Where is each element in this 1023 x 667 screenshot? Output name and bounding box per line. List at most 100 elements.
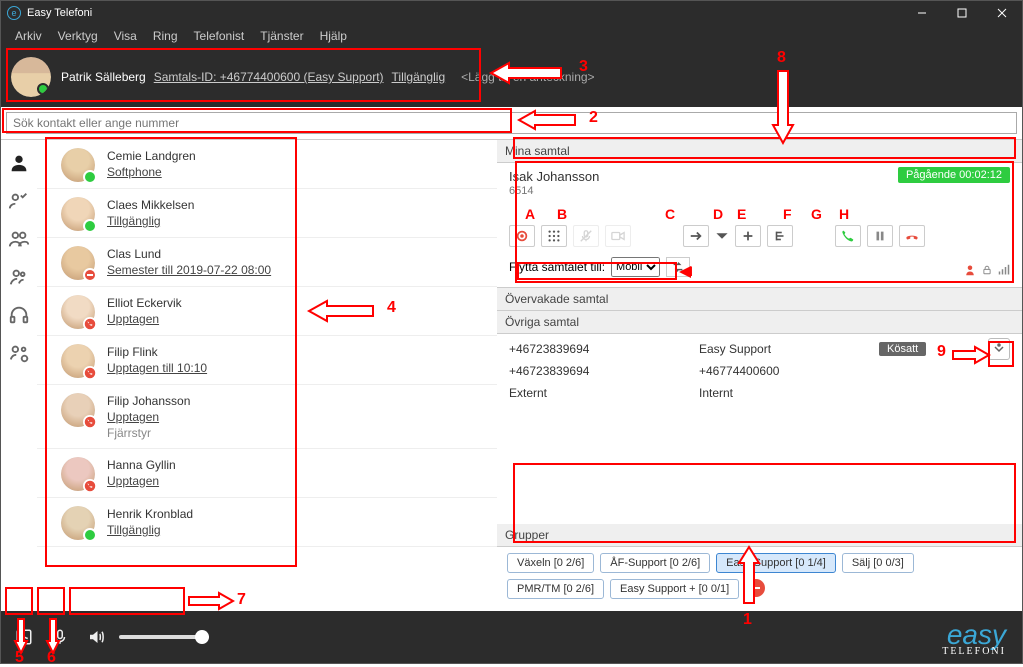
main-area: Cemie LandgrenSoftphoneClaes MikkelsenTi… bbox=[1, 140, 1022, 611]
contacts-pane[interactable]: Cemie LandgrenSoftphoneClaes MikkelsenTi… bbox=[37, 140, 497, 611]
group-pill[interactable]: Easy Support [0 1/4] bbox=[716, 553, 836, 573]
group-pill[interactable]: PMR/TM [0 2/6] bbox=[507, 579, 604, 599]
contact-presence[interactable]: Upptagen bbox=[107, 311, 182, 327]
dialpad-footer-button[interactable] bbox=[11, 624, 37, 650]
call-col1: Externt bbox=[509, 386, 689, 400]
collapse-button[interactable] bbox=[988, 338, 1010, 360]
me-note-placeholder[interactable]: <Lägg till en anteckning> bbox=[461, 70, 594, 84]
record-button[interactable] bbox=[509, 225, 535, 247]
me-avatar[interactable] bbox=[11, 57, 51, 97]
speaker-footer-button[interactable] bbox=[83, 624, 109, 650]
contact-name: Elliot Eckervik bbox=[107, 295, 182, 311]
contact-presence[interactable]: Tillgänglig bbox=[107, 213, 194, 229]
contact-presence[interactable]: Upptagen bbox=[107, 409, 190, 425]
call-badge: Kösatt bbox=[879, 342, 926, 356]
contact-status-dot bbox=[83, 268, 97, 282]
menu-item-hjälp[interactable]: Hjälp bbox=[312, 27, 355, 45]
menu-item-visa[interactable]: Visa bbox=[106, 27, 145, 45]
contact-row[interactable]: Filip JohanssonUpptagenFjärrstyr bbox=[37, 385, 497, 449]
me-status-dot bbox=[37, 83, 49, 95]
menubar: ArkivVerktygVisaRingTelefonistTjänsterHj… bbox=[1, 25, 1022, 47]
call-controls bbox=[509, 225, 1010, 247]
contact-name: Henrik Kronblad bbox=[107, 506, 193, 522]
me-caller-id[interactable]: Samtals-ID: +46774400600 (Easy Support) bbox=[154, 70, 384, 84]
brand-logo: easy TELEFONI bbox=[942, 624, 1006, 657]
volume-slider[interactable] bbox=[119, 635, 209, 639]
contact-presence[interactable]: Upptagen bbox=[107, 473, 176, 489]
contact-status-dot bbox=[83, 528, 97, 542]
active-call-badge: Pågående 00:02:12 bbox=[898, 167, 1010, 183]
video-button[interactable] bbox=[605, 225, 631, 247]
left-nav bbox=[1, 140, 37, 611]
nav-contacts-icon[interactable] bbox=[8, 152, 30, 174]
other-call-row[interactable]: +46723839694Easy SupportKösatt bbox=[509, 338, 1010, 360]
contact-row[interactable]: Hanna GyllinUpptagen bbox=[37, 449, 497, 498]
transfer-target-select[interactable]: Mobil bbox=[611, 257, 660, 277]
transfer-row: Flytta samtalet till: Mobil bbox=[509, 257, 1010, 277]
section-other: Övriga samtal bbox=[497, 311, 1022, 334]
contact-presence[interactable]: Softphone bbox=[107, 164, 196, 180]
presence-header: Patrik Sälleberg Samtals-ID: +4677440060… bbox=[1, 47, 1022, 107]
dialpad-button[interactable] bbox=[541, 225, 567, 247]
add-call-button[interactable] bbox=[735, 225, 761, 247]
nav-groups-icon[interactable] bbox=[8, 228, 30, 250]
search-input[interactable] bbox=[6, 112, 1017, 134]
menu-item-arkiv[interactable]: Arkiv bbox=[7, 27, 50, 45]
nav-presence-icon[interactable] bbox=[8, 190, 30, 212]
other-call-row[interactable]: +46723839694+46774400600 bbox=[509, 360, 1010, 382]
contact-avatar bbox=[61, 393, 95, 427]
other-calls-list: +46723839694Easy SupportKösatt+467238396… bbox=[497, 334, 1022, 412]
close-button[interactable] bbox=[982, 1, 1022, 25]
contact-avatar bbox=[61, 246, 95, 280]
contact-avatar bbox=[61, 197, 95, 231]
contact-presence[interactable]: Semester till 2019-07-22 08:00 bbox=[107, 262, 271, 278]
nav-group-settings-icon[interactable] bbox=[8, 342, 30, 364]
group-pill[interactable]: Easy Support + [0 0/1] bbox=[610, 579, 739, 599]
contact-row[interactable]: Elliot EckervikUpptagen bbox=[37, 287, 497, 336]
mute-button[interactable] bbox=[573, 225, 599, 247]
nav-headset-icon[interactable] bbox=[8, 304, 30, 326]
section-my-calls: Mina samtal bbox=[497, 140, 1022, 163]
contact-avatar bbox=[61, 148, 95, 182]
me-presence[interactable]: Tillgänglig bbox=[392, 70, 446, 84]
group-remove-button[interactable] bbox=[747, 579, 765, 597]
contact-row[interactable]: Claes MikkelsenTillgänglig bbox=[37, 189, 497, 238]
hangup-button[interactable] bbox=[899, 225, 925, 247]
contact-row[interactable]: Cemie LandgrenSoftphone bbox=[37, 140, 497, 189]
park-button[interactable] bbox=[767, 225, 793, 247]
transfer-button[interactable] bbox=[683, 225, 709, 247]
group-pill[interactable]: Sälj [0 0/3] bbox=[842, 553, 914, 573]
minimize-button[interactable] bbox=[902, 1, 942, 25]
volume-thumb[interactable] bbox=[195, 630, 209, 644]
transfer-go-button[interactable] bbox=[666, 257, 690, 277]
contact-row[interactable]: Henrik KronbladTillgänglig bbox=[37, 498, 497, 547]
app-title: Easy Telefoni bbox=[27, 7, 92, 19]
contact-row[interactable]: Clas LundSemester till 2019-07-22 08:00 bbox=[37, 238, 497, 287]
contact-avatar bbox=[61, 506, 95, 540]
other-call-row[interactable]: ExterntInternt bbox=[509, 382, 1010, 404]
app-window: e Easy Telefoni ArkivVerktygVisaRingTele… bbox=[0, 0, 1023, 664]
contact-name: Claes Mikkelsen bbox=[107, 197, 194, 213]
group-pill[interactable]: ÅF-Support [0 2/6] bbox=[600, 553, 710, 573]
transfer-label: Flytta samtalet till: bbox=[509, 260, 605, 274]
nav-queue-icon[interactable] bbox=[8, 266, 30, 288]
menu-item-telefonist[interactable]: Telefonist bbox=[186, 27, 253, 45]
menu-item-tjänster[interactable]: Tjänster bbox=[252, 27, 311, 45]
contact-avatar bbox=[61, 295, 95, 329]
contact-note[interactable]: Fjärrstyr bbox=[107, 425, 190, 441]
hold-button[interactable] bbox=[867, 225, 893, 247]
mic-footer-button[interactable] bbox=[47, 624, 73, 650]
group-pill[interactable]: Växeln [0 2/6] bbox=[507, 553, 594, 573]
answer-button[interactable] bbox=[835, 225, 861, 247]
contact-presence[interactable]: Upptagen till 10:10 bbox=[107, 360, 207, 376]
contact-presence[interactable]: Tillgänglig bbox=[107, 522, 193, 538]
menu-item-ring[interactable]: Ring bbox=[145, 27, 186, 45]
section-supervised: Övervakade samtal bbox=[497, 288, 1022, 311]
maximize-button[interactable] bbox=[942, 1, 982, 25]
contact-avatar bbox=[61, 457, 95, 491]
contact-row[interactable]: Filip FlinkUpptagen till 10:10 bbox=[37, 336, 497, 385]
menu-item-verktyg[interactable]: Verktyg bbox=[50, 27, 106, 45]
contact-name: Clas Lund bbox=[107, 246, 271, 262]
contact-status-dot bbox=[83, 170, 97, 184]
transfer-menu-button[interactable] bbox=[715, 225, 729, 247]
